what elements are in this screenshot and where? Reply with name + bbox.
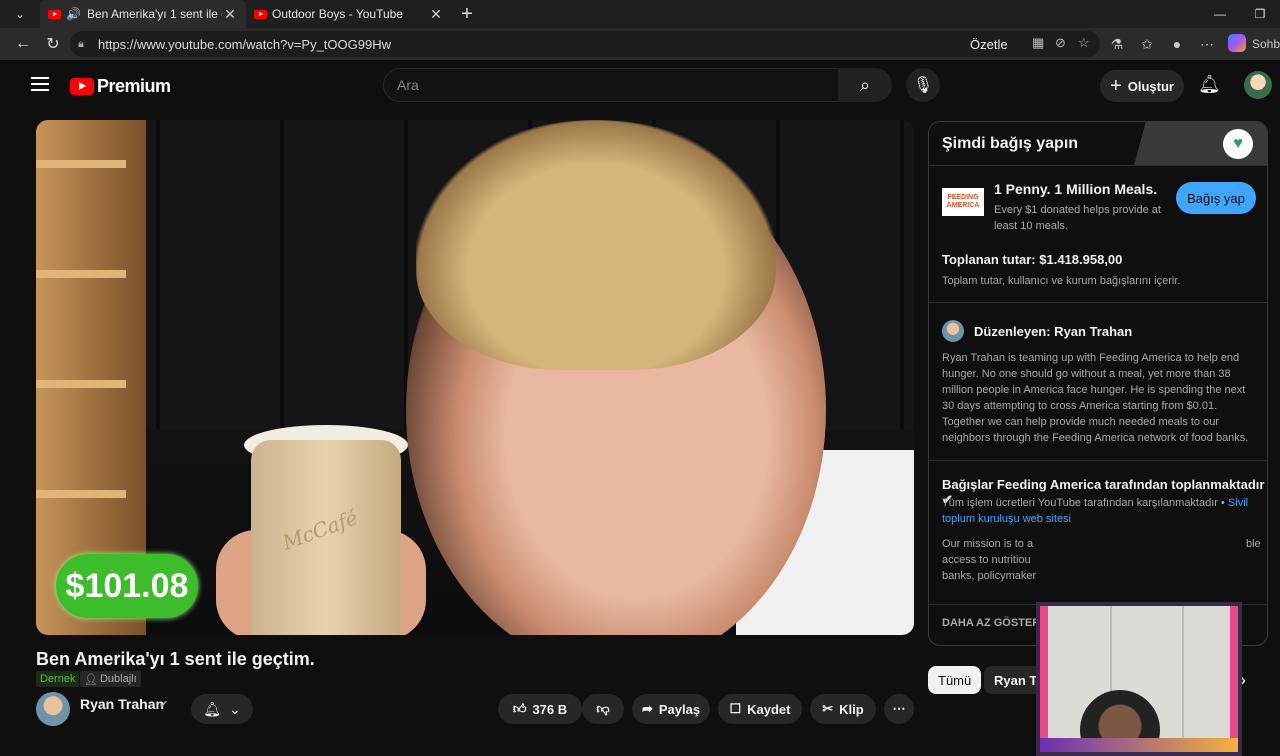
mission-line-1: Our mission is to a [942, 538, 1034, 550]
price-overlay: $101.08 [56, 554, 198, 618]
divider [929, 302, 1267, 303]
mission-line-right: ble [1246, 538, 1261, 550]
youtube-page: Premium Ara ⌕ 🎙︎ + Oluştur 🔔︎ McCafé $101… [8, 62, 1280, 756]
youtube-play-icon [70, 78, 94, 95]
menu-hamburger-icon[interactable] [31, 77, 49, 91]
close-tab-icon[interactable]: ✕ [428, 6, 444, 23]
more-menu-icon[interactable]: ⋯ [1192, 36, 1222, 53]
mission-text: Our mission is to a access to nutritiou … [942, 536, 1261, 584]
total-raised: Toplanan tutar: $1.418.958,00 [942, 252, 1123, 267]
reader-icon[interactable]: ▦ [1032, 35, 1044, 51]
tab-list-chevron-icon[interactable]: ⌄ [0, 0, 40, 28]
nonprofit-tag[interactable]: Dernek [36, 671, 80, 687]
donation-panel-header: Şimdi bağış yapın ♥ [929, 122, 1267, 166]
extensions-icon[interactable]: ⚗ [1102, 36, 1132, 53]
campaign-title: 1 Penny. 1 Million Meals. [994, 181, 1158, 197]
close-tab-icon[interactable]: ✕ [222, 6, 238, 23]
search-icon[interactable]: ⌕ [838, 68, 892, 102]
more-dots-icon: ⋯ [892, 701, 906, 716]
thumbs-up-icon: 👍︎ [512, 701, 527, 716]
show-less-button[interactable]: DAHA AZ GÖSTER [942, 617, 1040, 629]
tracking-icon[interactable]: ⊘ [1055, 35, 1066, 51]
like-count: 376 B [532, 701, 568, 717]
panel-title: Şimdi bağış yapın [942, 134, 1079, 152]
dubbed-label: Dublajlı [99, 673, 137, 685]
thumbs-down-icon: 👎︎ [596, 701, 610, 716]
donation-panel: Şimdi bağış yapın ♥ FEEDING AMERICA 1 Pe… [928, 121, 1268, 646]
feeding-america-logo: FEEDING AMERICA [942, 188, 984, 216]
youtube-favicon-icon [48, 9, 61, 19]
favorites-icon[interactable]: ✩ [1132, 36, 1162, 53]
share-icon: ➦ [641, 701, 653, 716]
microphone-icon[interactable]: 🎙︎ [906, 68, 940, 102]
url-text: https://www.youtube.com/watch?v=Py_tOOG9… [98, 36, 391, 52]
youtube-favicon-icon [254, 9, 267, 19]
site-info-icon[interactable]: 🔒︎ [78, 38, 94, 51]
verified-badge-icon: ✔ [159, 699, 169, 711]
organizer-name: Düzenleyen: Ryan Trahan [974, 324, 1133, 339]
copilot-icon[interactable] [1222, 33, 1252, 55]
youtube-premium-logo[interactable]: Premium [70, 76, 171, 97]
total-note: Toplam tutar, kullanıcı ve kurum bağışla… [942, 275, 1181, 287]
share-label: Paylaş [658, 701, 701, 717]
video-title: Ben Amerika'yı 1 sent ile geçtim. [36, 649, 315, 669]
organizer-avatar[interactable] [942, 320, 964, 342]
sidebar-chat-label[interactable]: Sohb [1252, 37, 1280, 51]
collected-by-text: Bağışlar Feeding America tarafından topl… [942, 477, 1265, 492]
browser-tab-bar: ⌄ 🔊 Ben Amerika'yı 1 sent ile geçti ✕ Ou… [0, 0, 1280, 28]
save-label: Kaydet [747, 701, 791, 717]
video-player[interactable]: McCafé $101.08 [36, 120, 914, 635]
create-label: Oluştur [1127, 78, 1174, 94]
chevron-down-icon: ⌄ [229, 700, 241, 717]
profile-icon[interactable]: ● [1162, 36, 1192, 52]
divider [929, 460, 1267, 461]
speaker-icon[interactable]: 🔊 [66, 7, 81, 21]
webcam-frame-right [1230, 606, 1238, 752]
window-controls: — ❐ [1200, 0, 1280, 28]
fees-note: Tüm işlem ücretleri YouTube tarafından k… [942, 497, 1249, 525]
back-arrow-icon[interactable]: ← [8, 29, 38, 59]
notifications-bell-icon[interactable]: 🔔︎ [1198, 74, 1221, 95]
dubbed-tag[interactable]: 👤︎ Dublajlı [80, 671, 141, 687]
logo-text: Premium [97, 76, 171, 96]
create-button[interactable]: + Oluştur [1100, 70, 1184, 102]
webcam-overlay [1036, 602, 1242, 756]
minimize-icon[interactable]: — [1200, 0, 1240, 28]
scissors-icon: ✂ [822, 701, 834, 716]
new-tab-icon[interactable]: + [452, 3, 482, 26]
browser-toolbar: ← ↻ 🔒︎ https://www.youtube.com/watch?v=P… [0, 28, 1280, 60]
dubbed-icon: 👤︎ [84, 673, 98, 686]
reload-icon[interactable]: ↻ [38, 29, 68, 59]
donate-button[interactable]: Bağış yap [1176, 182, 1256, 214]
campaign-description: Every $1 donated helps provide at least … [994, 204, 1161, 232]
clip-label: Klip [839, 701, 864, 717]
youtube-masthead: Premium Ara ⌕ 🎙︎ + Oluştur 🔔︎ [8, 62, 1280, 110]
channel-name[interactable]: Ryan Trahan [80, 696, 164, 712]
chip-all[interactable]: Tümü [928, 666, 982, 694]
fees-text: Tüm işlem ücretleri YouTube tarafından k… [942, 497, 1218, 509]
bookmark-icon: ☐ [729, 701, 742, 716]
video-hair [416, 120, 776, 370]
mission-line-3: banks, policymaker [942, 570, 1037, 582]
channel-avatar[interactable] [36, 692, 70, 726]
search-input[interactable]: Ara [383, 68, 839, 102]
organizer-description: Ryan Trahan is teaming up with Feeding A… [942, 352, 1249, 444]
donation-heart-icon: ♥ [1223, 129, 1253, 159]
mission-line-2: access to nutritiou [942, 554, 1031, 566]
summary-button[interactable]: Özetle [970, 37, 1008, 52]
tab-ryan-trahan[interactable]: 🔊 Ben Amerika'yı 1 sent ile geçti ✕ [40, 0, 246, 28]
tab-title: Outdoor Boys - YouTube [272, 7, 403, 21]
favorite-star-icon[interactable]: ☆ [1078, 35, 1090, 51]
toolbar-right: ⚗ ✩ ● ⋯ Sohb [1102, 28, 1280, 60]
webcam-frame-left [1040, 606, 1048, 752]
account-avatar[interactable] [1244, 71, 1272, 99]
tab-title: Ben Amerika'yı 1 sent ile geçti [86, 7, 222, 21]
maximize-icon[interactable]: ❐ [1240, 0, 1280, 28]
tab-outdoor-boys[interactable]: Outdoor Boys - YouTube ✕ [246, 0, 452, 28]
plus-icon: + [1110, 74, 1122, 97]
bell-icon: 🔔︎ [203, 700, 222, 717]
webcam-frame-bar [1040, 738, 1238, 752]
address-bar[interactable]: 🔒︎ https://www.youtube.com/watch?v=Py_tO… [70, 31, 1100, 57]
